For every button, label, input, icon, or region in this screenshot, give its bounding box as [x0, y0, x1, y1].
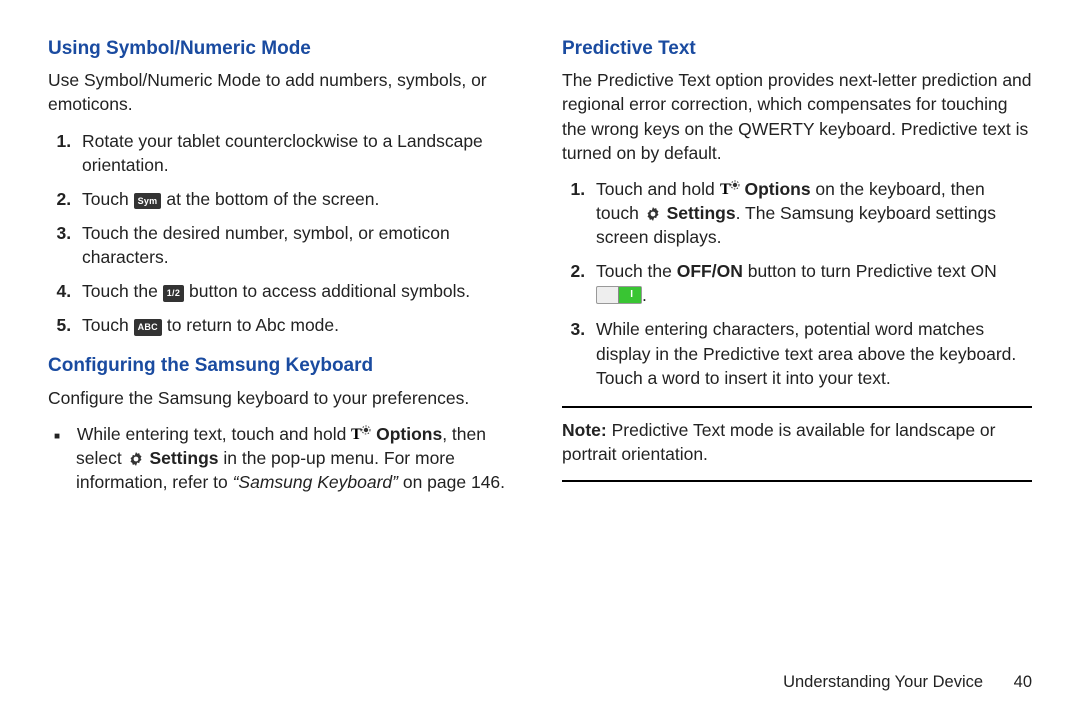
bullet-config-keyboard: While entering text, touch and hold T Op… [48, 422, 518, 494]
left-column: Using Symbol/Numeric Mode Use Symbol/Num… [48, 36, 518, 692]
gear-icon [127, 450, 145, 468]
intro-predictive: The Predictive Text option provides next… [562, 68, 1032, 165]
heading-predictive: Predictive Text [562, 36, 1032, 62]
gear-icon [644, 205, 662, 223]
divider [562, 480, 1032, 482]
svg-text:T: T [720, 181, 731, 198]
heading-config-keyboard: Configuring the Samsung Keyboard [48, 353, 518, 379]
t-options-icon: T [720, 180, 740, 198]
t-options-icon: T [351, 425, 371, 443]
step-1: Rotate your tablet counterclockwise to a… [76, 129, 518, 177]
steps-predictive: Touch and hold T Options on the keyboard… [562, 177, 1032, 390]
right-column: Predictive Text The Predictive Text opti… [562, 36, 1032, 692]
intro-symbol-numeric: Use Symbol/Numeric Mode to add numbers, … [48, 68, 518, 116]
heading-symbol-numeric: Using Symbol/Numeric Mode [48, 36, 518, 62]
one-two-key-icon: 1/2 [163, 285, 184, 301]
step-4: Touch the 1/2 button to access additiona… [76, 279, 518, 303]
step-2: Touch Sym at the bottom of the screen. [76, 187, 518, 211]
intro-config-keyboard: Configure the Samsung keyboard to your p… [48, 386, 518, 410]
steps-symbol-numeric: Rotate your tablet counterclockwise to a… [48, 129, 518, 338]
svg-text:T: T [351, 426, 362, 443]
page-footer: Understanding Your Device 40 [783, 671, 1032, 694]
footer-page-number: 40 [1014, 671, 1032, 694]
footer-chapter: Understanding Your Device [783, 673, 983, 691]
step-5: Touch ABC to return to Abc mode. [76, 313, 518, 337]
on-switch-icon [596, 286, 642, 304]
divider [562, 406, 1032, 408]
pstep-3: While entering characters, potential wor… [590, 317, 1032, 389]
sym-key-icon: Sym [134, 193, 162, 209]
bullet-item: While entering text, touch and hold T Op… [76, 422, 518, 494]
note-predictive: Note: Predictive Text mode is available … [562, 418, 1032, 466]
pstep-1: Touch and hold T Options on the keyboard… [590, 177, 1032, 249]
step-3: Touch the desired number, symbol, or emo… [76, 221, 518, 269]
abc-key-icon: ABC [134, 319, 162, 335]
pstep-2: Touch the OFF/ON button to turn Predicti… [590, 259, 1032, 307]
